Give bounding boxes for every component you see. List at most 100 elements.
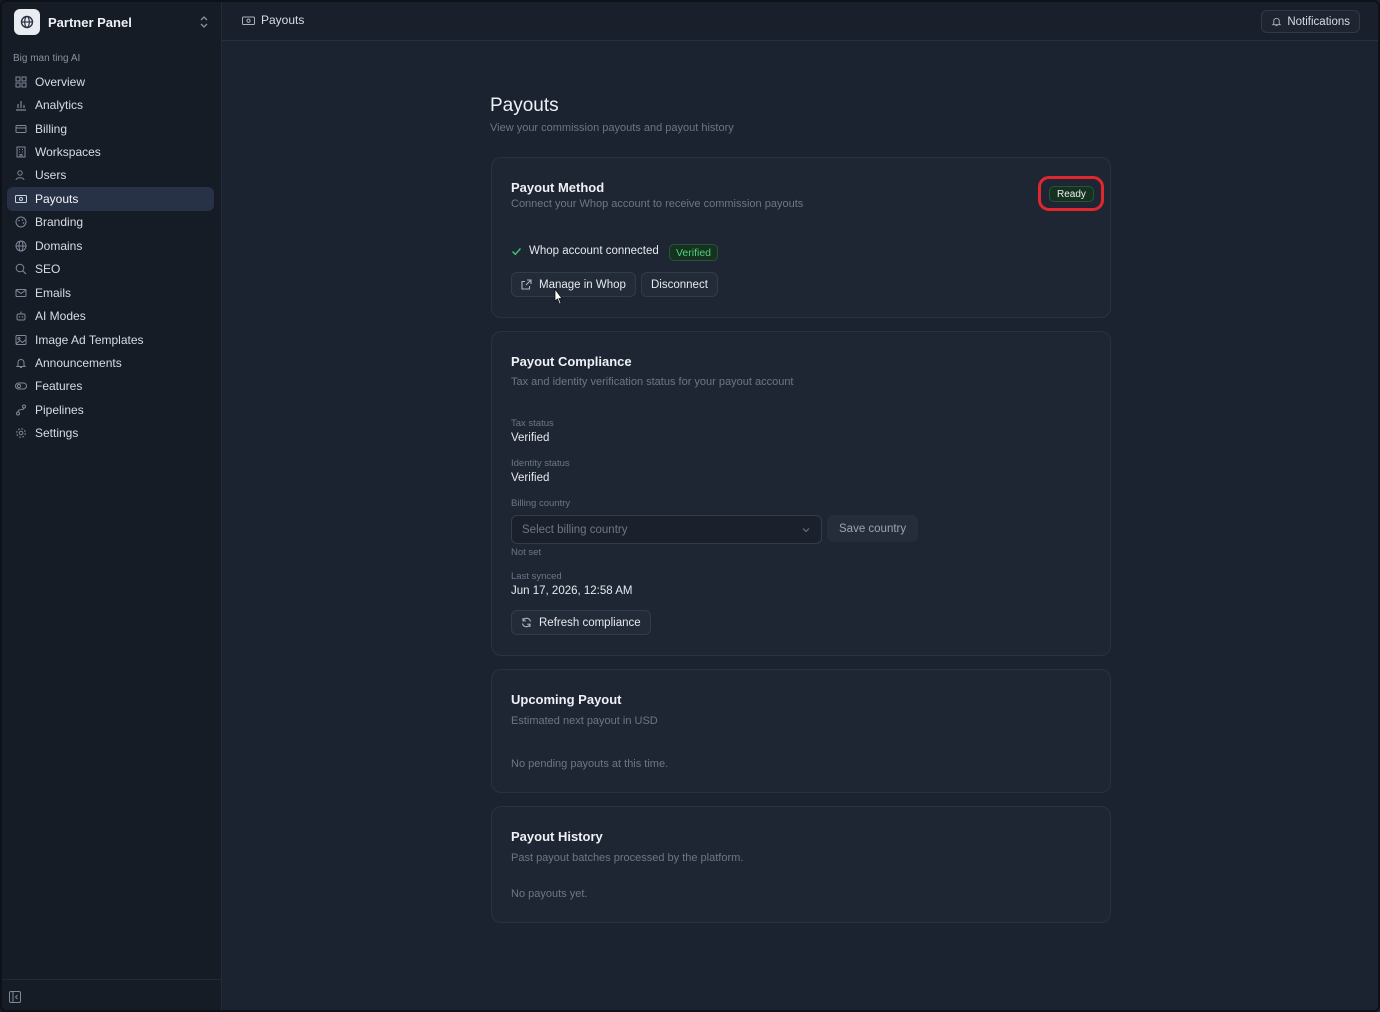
- image-icon: [15, 334, 27, 346]
- breadcrumb: Payouts: [242, 13, 304, 27]
- sidebar-item-label: Emails: [35, 285, 72, 300]
- payouts-icon: [15, 193, 27, 205]
- tax-status-value: Verified: [511, 432, 550, 444]
- sidebar-item-label: Settings: [35, 426, 79, 441]
- sidebar-item-label: Workspaces: [35, 145, 101, 160]
- sidebar-item-users[interactable]: Users: [7, 164, 214, 187]
- status-badge: Ready: [1049, 186, 1094, 202]
- sidebar-item-label: SEO: [35, 262, 61, 277]
- analytics-icon: [15, 99, 27, 111]
- button-label: Disconnect: [651, 278, 708, 291]
- card-subtitle: Connect your Whop account to receive com…: [511, 198, 804, 210]
- payout-history-card: Payout History Past payout batches proce…: [491, 806, 1111, 923]
- notifications-button[interactable]: Notifications: [1261, 10, 1360, 33]
- sidebar-toggle-icon[interactable]: [9, 991, 21, 1003]
- pipeline-icon: [15, 404, 27, 416]
- sidebar-footer: [0, 979, 222, 1012]
- sidebar-item-emails[interactable]: Emails: [7, 281, 214, 304]
- card-subtitle: Past payout batches processed by the pla…: [511, 852, 744, 864]
- mouse-cursor-icon: [554, 288, 563, 305]
- chevron-down-icon: [802, 527, 810, 532]
- breadcrumb-current: Payouts: [261, 13, 305, 27]
- sidebar-item-payouts[interactable]: Payouts: [7, 187, 214, 211]
- connection-status: Whop account connected: [511, 245, 659, 257]
- sidebar-item-pipelines[interactable]: Pipelines: [7, 398, 214, 421]
- check-icon: [512, 247, 522, 255]
- card-subtitle: Estimated next payout in USD: [511, 715, 658, 727]
- card-title: Payout Compliance: [511, 354, 632, 369]
- billing-icon: [15, 123, 27, 135]
- toggle-icon: [15, 380, 27, 392]
- page-title: Payouts: [490, 95, 559, 116]
- last-synced-value: Jun 17, 2026, 12:58 AM: [511, 585, 633, 597]
- last-synced-label: Last synced: [511, 571, 562, 582]
- bell-icon: [15, 357, 27, 369]
- sidebar-nav: Overview Analytics Billing Workspaces Us…: [7, 70, 214, 445]
- billing-country-note: Not set: [511, 547, 542, 558]
- tax-status-label: Tax status: [511, 418, 554, 429]
- identity-status-value: Verified: [511, 472, 550, 484]
- sidebar-item-label: Features: [35, 379, 83, 394]
- mail-icon: [15, 287, 27, 299]
- sidebar-item-announcements[interactable]: Announcements: [7, 351, 214, 374]
- sidebar-item-settings[interactable]: Settings: [7, 422, 214, 445]
- verified-badge: Verified: [669, 244, 719, 261]
- sidebar-item-ai-modes[interactable]: AI Modes: [7, 304, 214, 327]
- refresh-compliance-button[interactable]: Refresh compliance: [511, 610, 651, 635]
- topbar: Payouts Notifications: [222, 0, 1380, 41]
- disconnect-button[interactable]: Disconnect: [641, 272, 718, 297]
- app-logo-icon: [14, 9, 40, 35]
- ai-modes-icon: [15, 310, 27, 322]
- billing-country-select[interactable]: Select billing country: [511, 515, 822, 544]
- connection-status-text: Whop account connected: [529, 245, 659, 257]
- sidebar-item-label: Analytics: [35, 98, 84, 113]
- sidebar-item-label: Announcements: [35, 355, 122, 370]
- app-name: Partner Panel: [48, 14, 132, 30]
- external-link-icon: [521, 279, 532, 290]
- payouts-icon: [242, 16, 255, 25]
- upcoming-payout-card: Upcoming Payout Estimated next payout in…: [491, 669, 1111, 793]
- sidebar-item-analytics[interactable]: Analytics: [7, 93, 214, 116]
- sidebar-item-domains[interactable]: Domains: [7, 234, 214, 257]
- notifications-label: Notifications: [1287, 15, 1350, 28]
- empty-state-text: No payouts yet.: [511, 888, 588, 900]
- sidebar-item-seo[interactable]: SEO: [7, 258, 214, 281]
- button-label: Refresh compliance: [539, 616, 641, 629]
- card-title: Upcoming Payout: [511, 692, 622, 707]
- select-placeholder: Select billing country: [522, 523, 628, 536]
- page-subtitle: View your commission payouts and payout …: [490, 122, 734, 134]
- sidebar-item-label: Overview: [35, 74, 86, 89]
- sidebar: Partner Panel Big man ting AI Overview A…: [0, 0, 222, 1012]
- sidebar-item-overview[interactable]: Overview: [7, 70, 214, 93]
- sidebar-item-label: AI Modes: [35, 309, 86, 324]
- sidebar-item-label: Pipelines: [35, 402, 84, 417]
- card-subtitle: Tax and identity verification status for…: [511, 376, 794, 388]
- sidebar-item-label: Payouts: [35, 191, 79, 206]
- billing-country-label: Billing country: [511, 498, 571, 509]
- sidebar-item-workspaces[interactable]: Workspaces: [7, 140, 214, 163]
- sidebar-item-features[interactable]: Features: [7, 375, 214, 398]
- org-name: Big man ting AI: [13, 53, 81, 64]
- domains-icon: [15, 240, 27, 252]
- workspace-switcher[interactable]: Partner Panel: [12, 8, 212, 36]
- save-country-button[interactable]: Save country: [827, 515, 919, 542]
- sidebar-item-label: Domains: [35, 238, 83, 253]
- users-icon: [15, 169, 27, 181]
- search-icon: [15, 263, 27, 275]
- overview-icon: [15, 76, 27, 88]
- payout-compliance-card: Payout Compliance Tax and identity verif…: [491, 331, 1111, 656]
- sidebar-item-label: Image Ad Templates: [35, 332, 144, 347]
- sidebar-item-label: Branding: [35, 215, 84, 230]
- sidebar-item-billing[interactable]: Billing: [7, 117, 214, 140]
- card-title: Payout History: [511, 829, 603, 844]
- sidebar-item-image-ad-templates[interactable]: Image Ad Templates: [7, 328, 214, 351]
- empty-state-text: No pending payouts at this time.: [511, 758, 669, 770]
- payout-method-card: Payout Method Connect your Whop account …: [491, 157, 1111, 318]
- sidebar-item-branding[interactable]: Branding: [7, 211, 214, 234]
- refresh-icon: [521, 617, 532, 628]
- sidebar-item-label: Users: [35, 168, 67, 183]
- branding-icon: [15, 216, 27, 228]
- chevron-up-down-icon: [200, 16, 208, 28]
- manage-in-whop-button[interactable]: Manage in Whop: [511, 272, 636, 297]
- gear-icon: [15, 427, 27, 439]
